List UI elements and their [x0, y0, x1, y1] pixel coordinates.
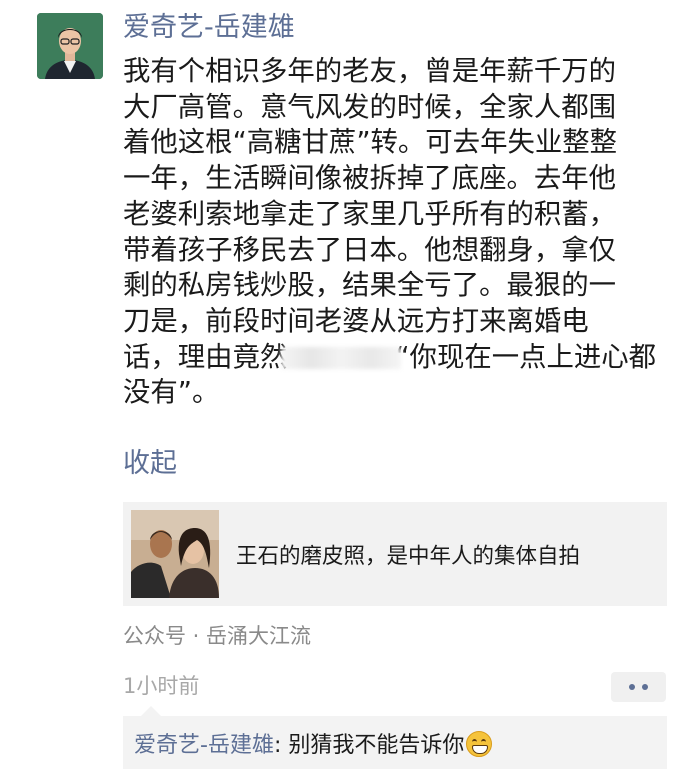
post-body: 我有个相识多年的老友，曾是年薪千万的 大厂高管。意气风发的时候，全家人都围 着他… [123, 54, 678, 411]
comment-separator: : [273, 733, 289, 758]
post-line: 带着孩子移民去了日本。他想翻身，拿仅 [123, 234, 617, 266]
article-thumbnail-image [131, 510, 219, 598]
author-avatar[interactable] [37, 13, 103, 79]
post-line: 剩的私房钱炒股，结果全亏了。最狠的一 [123, 270, 617, 302]
dot-icon [642, 684, 648, 690]
comment-text: 别猜我不能告诉你 [288, 733, 465, 758]
article-title: 王石的磨皮照，是中年人的集体自拍 [236, 543, 581, 569]
comment-author[interactable]: 爱奇艺-岳建雄 [134, 733, 274, 758]
grin-emoji-icon [466, 731, 493, 757]
shared-article-card[interactable]: 王石的磨皮照，是中年人的集体自拍 [123, 502, 667, 606]
post-line: 大厂高管。意气风发的时候，全家人都围 [123, 91, 617, 123]
post-line: 话，理由竟然 “你现在一点上进心都 [123, 340, 678, 376]
comment-item[interactable]: 爱奇艺-岳建雄: 别猜我不能告诉你 [134, 730, 493, 762]
post-line: 老婆利索地拿走了家里几乎所有的积蓄， [123, 198, 617, 230]
post-line-start: 话，理由竟然 [123, 341, 288, 373]
avatar-photo [37, 13, 103, 79]
post-line: 我有个相识多年的老友，曾是年薪千万的 [123, 56, 617, 87]
article-thumbnail [131, 510, 219, 598]
post-line: 着他这根“高糖甘蔗”转。可去年失业整整 [123, 127, 618, 159]
blurred-region [281, 347, 402, 370]
post-line: 一年，生活瞬间像被拆掉了底座。去年他 [123, 163, 617, 195]
comments-section: 爱奇艺-岳建雄: 别猜我不能告诉你 [123, 706, 667, 769]
collapse-link[interactable]: 收起 [123, 446, 177, 482]
more-actions-button[interactable] [611, 672, 666, 702]
post-line: 刀是，前段时间老婆从远方打来离婚电 [123, 305, 589, 337]
post-author-name[interactable]: 爱奇艺-岳建雄 [123, 10, 295, 46]
comment-pointer [141, 706, 161, 716]
post-timestamp: 1小时前 [123, 674, 200, 698]
post-line: 没有”。 [123, 377, 220, 409]
dot-icon [629, 684, 635, 690]
post-line-end: “你现在一点上进心都 [395, 341, 657, 373]
article-source: 公众号 · 岳涌大江流 [123, 624, 312, 648]
